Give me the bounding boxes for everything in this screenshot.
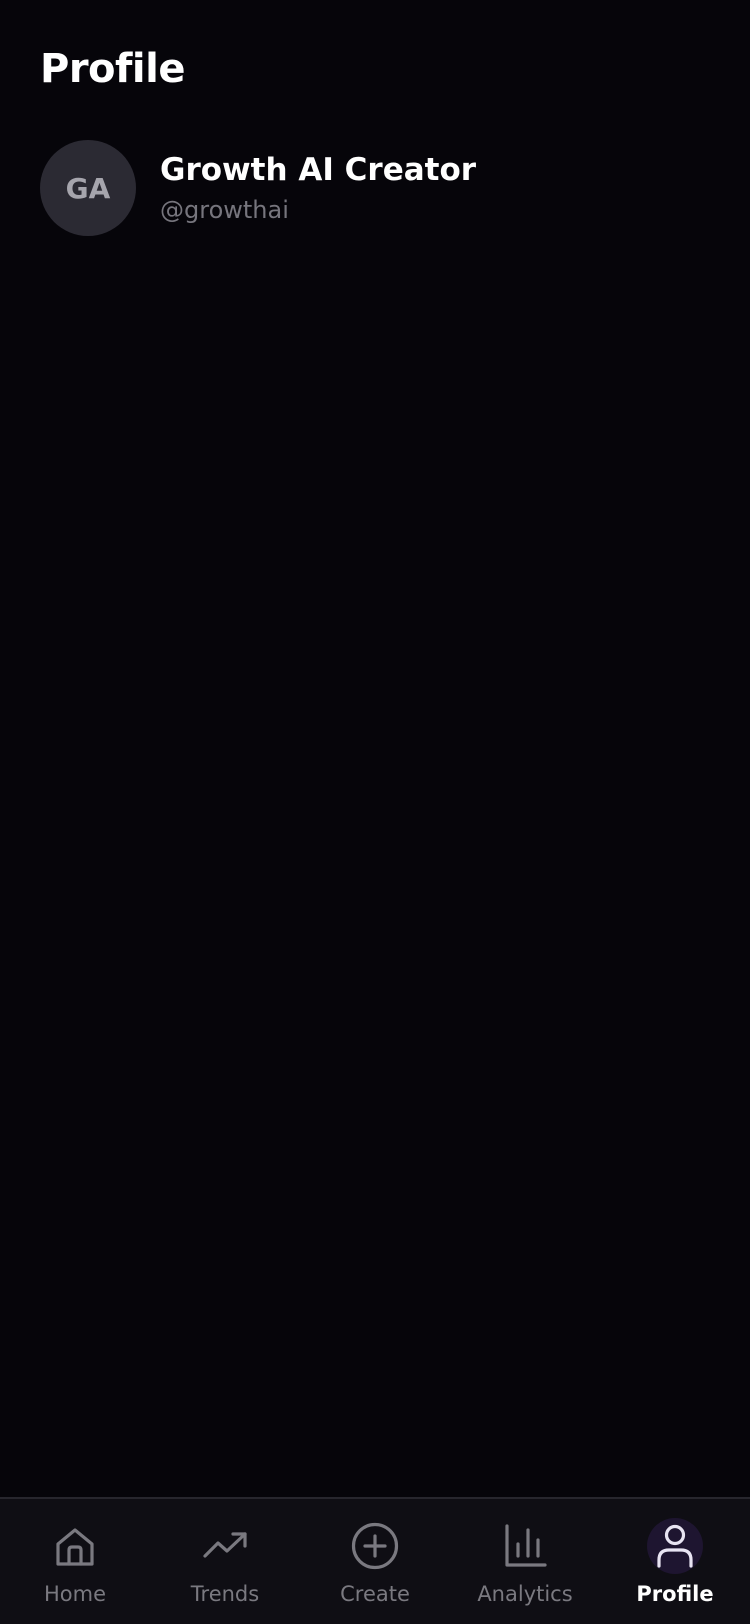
- home-icon: [47, 1518, 103, 1574]
- tab-create[interactable]: Create: [300, 1499, 450, 1624]
- profile-info: Growth AI Creator @growthai: [160, 151, 476, 225]
- bar-chart-icon: [497, 1518, 553, 1574]
- plus-circle-icon: [347, 1518, 403, 1574]
- profile-header: GA Growth AI Creator @growthai: [40, 140, 476, 236]
- tab-home[interactable]: Home: [0, 1499, 150, 1624]
- tab-profile-label: Profile: [636, 1582, 714, 1606]
- tab-home-label: Home: [43, 1582, 106, 1606]
- tab-trends[interactable]: Trends: [150, 1499, 300, 1624]
- tab-trends-label: Trends: [190, 1582, 260, 1606]
- tab-create-label: Create: [340, 1582, 410, 1606]
- avatar[interactable]: GA: [40, 140, 136, 236]
- page-title: Profile: [40, 46, 185, 92]
- trending-up-icon: [197, 1518, 253, 1574]
- tab-analytics-label: Analytics: [477, 1582, 573, 1606]
- tab-analytics[interactable]: Analytics: [450, 1499, 600, 1624]
- display-name: Growth AI Creator: [160, 152, 477, 188]
- user-icon: [647, 1518, 703, 1574]
- user-handle: @growthai: [160, 196, 289, 224]
- bottom-tab-bar: Home Trends Create Analytics Profile: [0, 1497, 750, 1624]
- tab-profile[interactable]: Profile: [600, 1499, 750, 1624]
